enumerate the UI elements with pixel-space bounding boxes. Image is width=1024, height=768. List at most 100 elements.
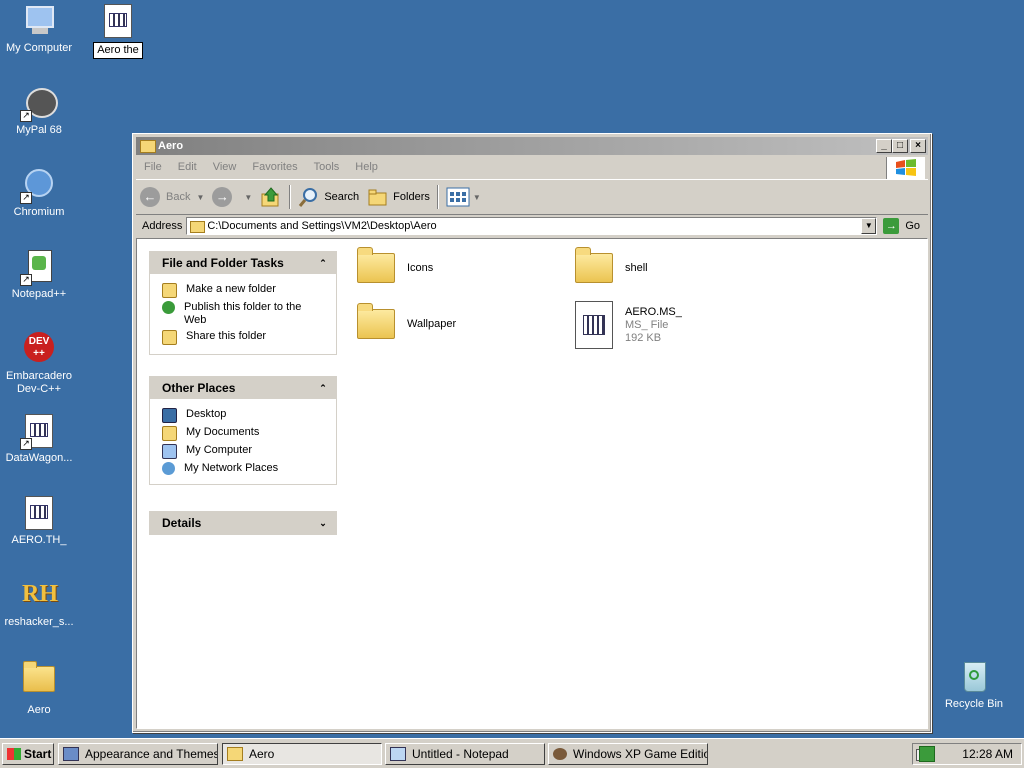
desktop-icon-my-computer[interactable]: My Computer bbox=[1, 4, 77, 55]
desktop-icon bbox=[162, 408, 177, 423]
desktop-icon-aero-folder[interactable]: Aero bbox=[1, 660, 77, 717]
folders-label: Folders bbox=[393, 191, 430, 203]
desktop-icon-aero-theme[interactable]: Aero the bbox=[80, 4, 156, 59]
control-panel-icon bbox=[63, 747, 79, 761]
address-value: C:\Documents and Settings\VM2\Desktop\Ae… bbox=[207, 220, 437, 232]
desktop-link[interactable]: Desktop bbox=[162, 408, 336, 423]
taskbar-button-aero[interactable]: Aero bbox=[222, 743, 382, 765]
up-folder-button[interactable] bbox=[256, 183, 286, 211]
search-button[interactable]: Search bbox=[294, 183, 363, 211]
devcpp-icon: DEV ++ bbox=[22, 332, 56, 366]
go-label: Go bbox=[905, 220, 920, 232]
task-label: Untitled - Notepad bbox=[412, 747, 509, 761]
link-label: My Documents bbox=[186, 426, 260, 438]
panel-header[interactable]: File and Folder Tasks ⌃ bbox=[150, 252, 336, 274]
menu-view[interactable]: View bbox=[205, 161, 245, 173]
maximize-button[interactable]: □ bbox=[892, 139, 908, 153]
my-network-places-link[interactable]: My Network Places bbox=[162, 462, 336, 475]
views-button[interactable]: ▼ bbox=[442, 183, 485, 211]
menu-tools[interactable]: Tools bbox=[306, 161, 348, 173]
folder-item-shell[interactable]: shell bbox=[575, 247, 648, 283]
datawagon-icon: ↗ bbox=[20, 414, 56, 450]
folder-icon bbox=[357, 247, 395, 283]
panel-header[interactable]: Other Places ⌃ bbox=[150, 377, 336, 399]
close-button[interactable]: × bbox=[910, 139, 926, 153]
panel-header[interactable]: Details ⌄ bbox=[150, 512, 336, 534]
task-label: Windows XP Game Editio... bbox=[573, 747, 708, 761]
desktop-icon-recycle-bin[interactable]: Recycle Bin bbox=[936, 660, 1012, 711]
task-label: Appearance and Themes bbox=[85, 747, 218, 761]
network-tray-icon[interactable] bbox=[919, 746, 935, 762]
my-computer-link[interactable]: My Computer bbox=[162, 444, 336, 459]
other-places-panel: Other Places ⌃ Desktop My Documents My C… bbox=[149, 376, 337, 485]
desktop-icon-aero-th[interactable]: AERO.TH_ bbox=[1, 496, 77, 547]
panel-title: Details bbox=[162, 516, 202, 530]
desktop-icon-label: My Computer bbox=[5, 42, 73, 54]
desktop-icon-label: AERO.TH_ bbox=[11, 534, 67, 546]
address-label: Address bbox=[142, 220, 183, 232]
folders-button[interactable]: Folders bbox=[363, 183, 434, 211]
menu-file[interactable]: File bbox=[136, 161, 170, 173]
make-new-folder-link[interactable]: Make a new folder bbox=[162, 283, 336, 298]
search-icon bbox=[299, 188, 318, 207]
folder-item-wallpaper[interactable]: Wallpaper bbox=[357, 303, 456, 339]
desktop-icon-label: DataWagon... bbox=[5, 452, 73, 464]
start-button[interactable]: Start bbox=[2, 743, 54, 765]
share-folder-link[interactable]: Share this folder bbox=[162, 330, 336, 345]
link-label: Share this folder bbox=[186, 330, 267, 342]
item-name: shell bbox=[625, 262, 648, 274]
chevron-down-icon: ▼ bbox=[472, 192, 481, 202]
minimize-button[interactable]: _ bbox=[876, 139, 892, 153]
taskbar-button-game-editor[interactable]: Windows XP Game Editio... bbox=[548, 743, 708, 765]
chromium-icon: ↗ bbox=[20, 168, 56, 204]
file-item-aero-ms[interactable]: AERO.MS_ MS_ File 192 KB bbox=[575, 301, 682, 349]
system-tray: 12:28 AM bbox=[912, 743, 1022, 765]
collapse-chevron-icon[interactable]: ⌃ bbox=[316, 258, 330, 269]
search-label: Search bbox=[324, 191, 360, 203]
collapse-chevron-icon[interactable]: ⌃ bbox=[316, 383, 330, 394]
menu-help[interactable]: Help bbox=[347, 161, 386, 173]
devcpp-glyph-plus: ++ bbox=[33, 348, 45, 359]
back-button[interactable]: ← Back ▼ bbox=[136, 183, 208, 211]
desktop-icon-datawagon[interactable]: ↗ DataWagon... bbox=[1, 414, 77, 465]
desktop-icon-notepadpp[interactable]: ↗ Notepad++ bbox=[1, 250, 77, 301]
desktop-icon-chromium[interactable]: ↗ Chromium bbox=[1, 168, 77, 219]
explorer-window[interactable]: Aero _ □ × File Edit View Favorites Tool… bbox=[132, 133, 932, 733]
reshacker-glyph: RH bbox=[22, 581, 58, 607]
recycle-bin-icon bbox=[957, 660, 991, 694]
desktop-icon-devcpp[interactable]: DEV ++ Embarcadero Dev-C++ bbox=[1, 332, 77, 396]
clock[interactable]: 12:28 AM bbox=[962, 747, 1013, 761]
folder-content[interactable]: File and Folder Tasks ⌃ Make a new folde… bbox=[136, 238, 928, 729]
desktop-icon-label: Embarcadero Dev-C++ bbox=[5, 370, 73, 395]
publish-web-link[interactable]: Publish this folder to the Web bbox=[162, 301, 336, 327]
computer-icon bbox=[22, 4, 56, 38]
network-icon bbox=[162, 462, 175, 475]
expand-chevron-icon[interactable]: ⌄ bbox=[316, 518, 330, 529]
menu-edit[interactable]: Edit bbox=[170, 161, 205, 173]
panel-title: Other Places bbox=[162, 381, 236, 395]
taskbar: Start Appearance and Themes Aero Untitle… bbox=[0, 738, 1024, 768]
desktop-icon-label: reshacker_s... bbox=[4, 616, 74, 628]
address-dropdown-button[interactable]: ▼ bbox=[861, 218, 877, 234]
folder-icon bbox=[357, 303, 395, 339]
toolbar: ← Back ▼ → ▼ Search Folders ▼ bbox=[136, 179, 928, 215]
windows-logo-icon bbox=[886, 157, 925, 179]
taskbar-button-appearance[interactable]: Appearance and Themes bbox=[58, 743, 218, 765]
go-button[interactable]: → Go bbox=[877, 218, 928, 234]
rename-field[interactable]: Aero the bbox=[93, 42, 143, 59]
address-input[interactable]: C:\Documents and Settings\VM2\Desktop\Ae… bbox=[186, 217, 878, 235]
title-bar[interactable]: Aero _ □ × bbox=[136, 137, 928, 155]
desktop-icon-reshacker[interactable]: RH reshacker_s... bbox=[1, 578, 77, 629]
notepadpp-icon: ↗ bbox=[20, 250, 56, 286]
views-icon bbox=[446, 187, 470, 207]
forward-button[interactable]: → ▼ bbox=[208, 183, 256, 211]
folder-item-icons[interactable]: Icons bbox=[357, 247, 433, 283]
menu-favorites[interactable]: Favorites bbox=[244, 161, 305, 173]
my-documents-link[interactable]: My Documents bbox=[162, 426, 336, 441]
desktop-icon-mypal[interactable]: ↗ MyPal 68 bbox=[1, 86, 77, 137]
address-bar: Address C:\Documents and Settings\VM2\De… bbox=[136, 215, 928, 237]
forward-arrow-icon: → bbox=[212, 187, 233, 207]
computer-icon bbox=[162, 444, 177, 459]
share-folder-icon bbox=[162, 330, 177, 345]
taskbar-button-notepad[interactable]: Untitled - Notepad bbox=[385, 743, 545, 765]
